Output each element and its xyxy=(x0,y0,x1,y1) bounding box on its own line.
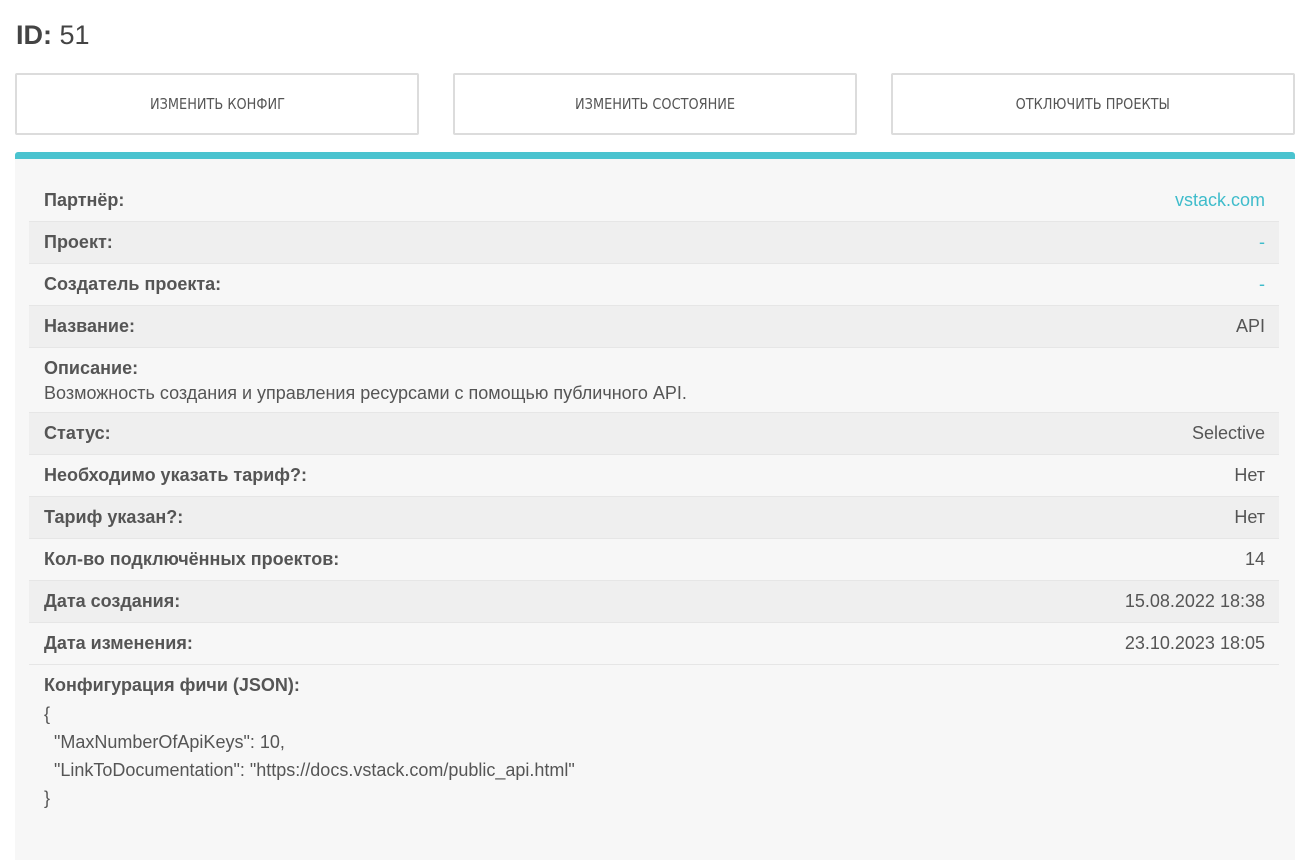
detail-label: Описание: xyxy=(44,358,139,378)
detail-row-status: Статус: Selective xyxy=(29,413,1279,455)
detail-label: Проект: xyxy=(44,232,113,252)
detail-label: Дата изменения: xyxy=(44,633,193,653)
detail-value: Нет xyxy=(1234,465,1265,485)
detail-label: Дата создания: xyxy=(44,591,181,611)
detail-value: API xyxy=(1235,316,1265,336)
detail-label: Название: xyxy=(44,316,135,336)
detail-row-name: Название: API xyxy=(29,306,1279,348)
feature-config-json: Конфигурация фичи (JSON): { "MaxNumberOf… xyxy=(29,665,1279,812)
action-toolbar: ИЗМЕНИТЬ КОНФИГ ИЗМЕНИТЬ СОСТОЯНИЕ ОТКЛЮ… xyxy=(15,73,1295,137)
edit-state-button[interactable]: ИЗМЕНИТЬ СОСТОЯНИЕ xyxy=(453,73,857,135)
edit-config-button[interactable]: ИЗМЕНИТЬ КОНФИГ xyxy=(15,73,419,135)
detail-label: Необходимо указать тариф?: xyxy=(44,465,308,485)
detail-value: 14 xyxy=(1244,549,1265,569)
project-link[interactable]: - xyxy=(1259,232,1265,253)
detail-label: Тариф указан?: xyxy=(44,507,184,527)
detail-row-connected-projects: Кол-во подключённых проектов: 14 xyxy=(29,539,1279,581)
json-line: "LinkToDocumentation": "https://docs.vst… xyxy=(44,760,575,780)
detail-value: 23.10.2023 18:05 xyxy=(1124,633,1265,653)
id-label: ID: xyxy=(16,20,52,50)
detail-label: Создатель проекта: xyxy=(44,274,222,294)
project-creator-link[interactable]: - xyxy=(1259,274,1265,295)
detail-value: 15.08.2022 18:38 xyxy=(1124,591,1265,611)
description-text: Возможность создания и управления ресурс… xyxy=(44,383,687,403)
detail-label: Статус: xyxy=(44,423,111,443)
detail-row-description: Описание: Возможность создания и управле… xyxy=(29,348,1279,413)
detail-row-project: Проект: - xyxy=(29,222,1279,264)
detail-row-partner: Партнёр: vstack.com xyxy=(29,180,1279,222)
details-list: Партнёр: vstack.com Проект: - Создатель … xyxy=(29,180,1279,812)
detail-row-updated-at: Дата изменения: 23.10.2023 18:05 xyxy=(29,623,1279,665)
id-value: 51 xyxy=(59,20,90,50)
disable-projects-button[interactable]: ОТКЛЮЧИТЬ ПРОЕКТЫ xyxy=(891,73,1295,135)
detail-label: Кол-во подключённых проектов: xyxy=(44,549,340,569)
detail-value: Нет xyxy=(1234,507,1265,527)
detail-label: Партнёр: xyxy=(44,190,125,210)
detail-row-project-creator: Создатель проекта: - xyxy=(29,264,1279,306)
json-line: } xyxy=(44,788,51,808)
page-title: ID: 51 xyxy=(16,20,90,51)
detail-row-tariff-required: Необходимо указать тариф?: Нет xyxy=(29,455,1279,497)
status-value: Selective xyxy=(1191,423,1265,443)
config-label: Конфигурация фичи (JSON): xyxy=(44,675,300,695)
feature-details-panel: Партнёр: vstack.com Проект: - Создатель … xyxy=(15,152,1295,860)
detail-row-created-at: Дата создания: 15.08.2022 18:38 xyxy=(29,581,1279,623)
partner-link[interactable]: vstack.com xyxy=(1175,190,1265,211)
detail-row-tariff-set: Тариф указан?: Нет xyxy=(29,497,1279,539)
json-line: { xyxy=(44,704,51,724)
json-line: "MaxNumberOfApiKeys": 10, xyxy=(44,732,285,752)
